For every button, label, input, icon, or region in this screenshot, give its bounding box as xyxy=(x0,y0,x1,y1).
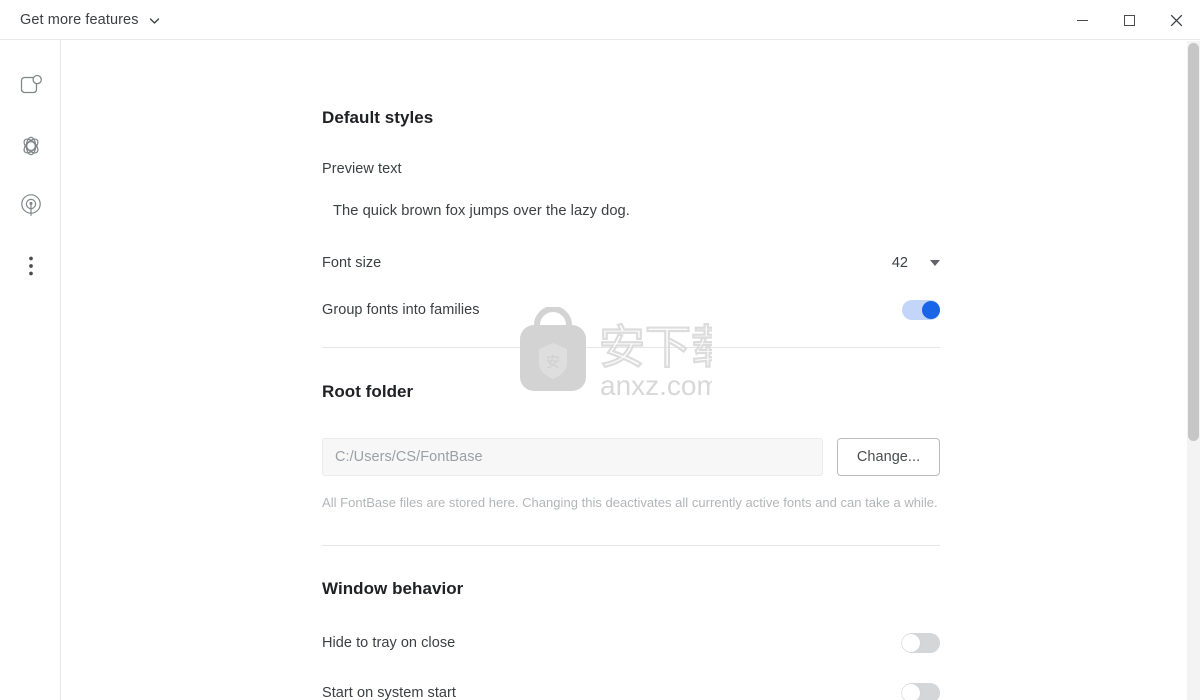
sidebar-item-collections[interactable] xyxy=(0,56,61,116)
sidebar-item-awesome[interactable] xyxy=(0,176,61,236)
preview-text-sample: The quick brown fox jumps over the lazy … xyxy=(333,203,630,219)
vertical-scrollbar[interactable] xyxy=(1187,41,1200,700)
section-title-default-styles: Default styles xyxy=(322,108,434,127)
scrollbar-thumb[interactable] xyxy=(1188,43,1199,441)
window-controls xyxy=(1059,0,1200,39)
change-folder-button[interactable]: Change... xyxy=(837,438,940,476)
section-title-window-behavior: Window behavior xyxy=(322,579,464,598)
maximize-icon xyxy=(1124,14,1135,26)
sidebar-item-more-options[interactable] xyxy=(0,236,61,296)
preview-text-label: Preview text xyxy=(322,161,402,177)
kebab-menu-icon xyxy=(28,256,33,276)
font-size-select[interactable]: 42 xyxy=(892,255,940,271)
section-title-root-folder: Root folder xyxy=(322,382,414,401)
settings-content: Default styles Preview text The quick br… xyxy=(322,40,940,700)
app-window: Get more features Default styles Preview… xyxy=(0,0,1200,700)
root-folder-input[interactable]: C:/Users/CS/FontBase xyxy=(322,438,823,476)
start-on-system-start-label: Start on system start xyxy=(322,685,457,700)
section-divider-2 xyxy=(322,545,940,546)
hide-to-tray-row: Hide to tray on close xyxy=(322,633,940,653)
toggle-knob xyxy=(902,634,920,652)
section-divider-1 xyxy=(322,347,940,348)
maximize-button[interactable] xyxy=(1106,0,1153,40)
chevron-down-icon xyxy=(148,14,161,27)
font-size-label: Font size xyxy=(322,255,382,271)
settings-scroll-area[interactable]: Default styles Preview text The quick br… xyxy=(62,40,1200,700)
group-fonts-label: Group fonts into families xyxy=(322,302,480,318)
start-on-system-start-toggle[interactable] xyxy=(902,683,940,700)
sidebar xyxy=(0,40,61,700)
root-folder-row: C:/Users/CS/FontBase Change... xyxy=(322,438,940,476)
atom-icon xyxy=(23,136,38,156)
dropdown-arrow-icon xyxy=(930,260,940,266)
window-title: Get more features xyxy=(20,11,139,28)
group-fonts-toggle[interactable] xyxy=(902,300,940,320)
toggle-knob xyxy=(902,684,920,700)
font-size-row: Font size 42 xyxy=(322,255,940,271)
hide-to-tray-label: Hide to tray on close xyxy=(322,635,456,651)
close-button[interactable] xyxy=(1153,0,1200,40)
hide-to-tray-toggle[interactable] xyxy=(902,633,940,653)
minimize-button[interactable] xyxy=(1059,0,1106,40)
minimize-icon xyxy=(1077,19,1088,21)
title-bar: Get more features xyxy=(0,0,1200,40)
font-size-value: 42 xyxy=(891,255,908,271)
toggle-knob xyxy=(922,301,940,319)
rounded-square-badge-icon xyxy=(20,74,42,94)
root-folder-helper-text: All FontBase files are stored here. Chan… xyxy=(322,495,938,510)
close-icon xyxy=(1170,14,1183,26)
get-more-features-menu[interactable]: Get more features xyxy=(0,0,161,39)
sidebar-item-playground[interactable] xyxy=(0,116,61,176)
group-fonts-row: Group fonts into families xyxy=(322,300,940,320)
broadcast-icon xyxy=(20,194,41,216)
start-on-system-start-row: Start on system start xyxy=(322,683,940,700)
